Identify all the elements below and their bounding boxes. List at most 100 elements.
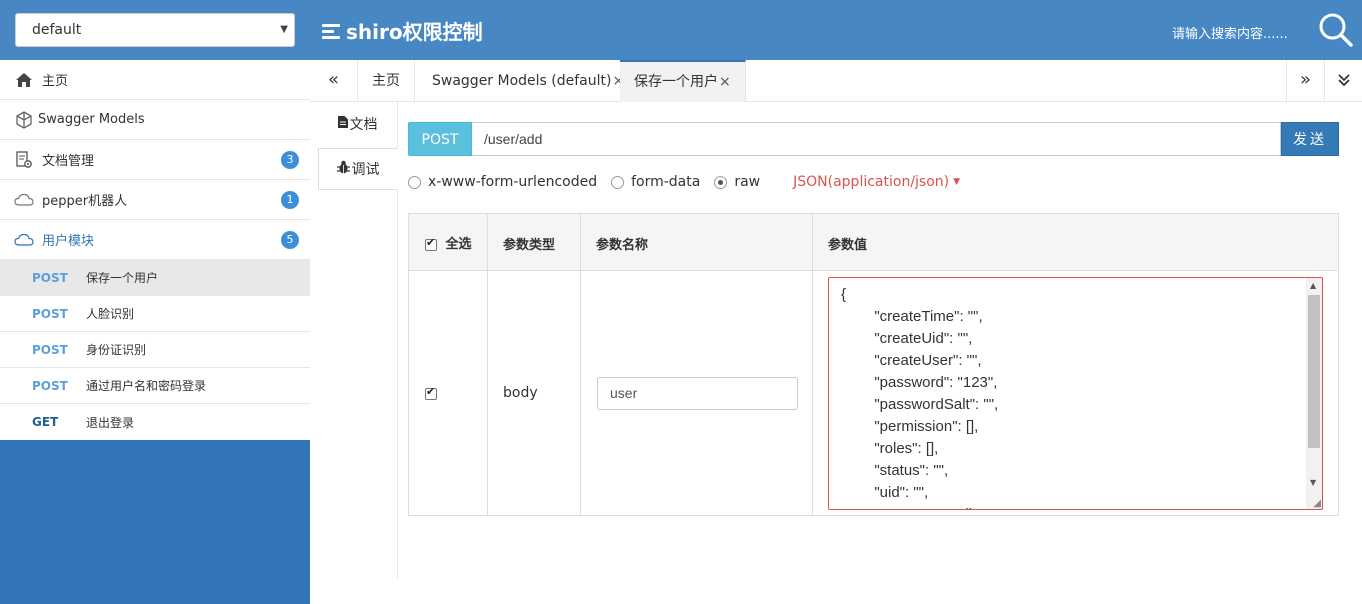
param-name-input[interactable]: user <box>597 377 798 410</box>
brand: shiro权限控制 <box>322 16 483 45</box>
api-item-login[interactable]: POST 通过用户名和密码登录 <box>0 368 310 404</box>
api-item-save-user[interactable]: POST 保存一个用户 <box>0 260 310 296</box>
header-cell-value: 参数值 <box>813 214 1338 270</box>
count-badge: 5 <box>281 231 299 249</box>
api-label: 保存一个用户 <box>86 271 159 285</box>
sidebar-item-label: 用户模块 <box>42 234 95 249</box>
double-chevron-right-icon[interactable]: » <box>1286 60 1324 102</box>
scrollbar[interactable]: ▲ ▼ <box>1306 278 1322 509</box>
api-label: 身份证识别 <box>86 343 147 357</box>
sidebar-item-home[interactable]: 主页 <box>0 60 310 100</box>
param-value-textarea[interactable]: { "createTime": "", "createUid": "", "cr… <box>828 277 1323 510</box>
select-all-checkbox[interactable] <box>425 236 437 251</box>
chevron-down-icon: ▼ <box>280 24 288 35</box>
params-table: 全选 参数类型 参数名称 参数值 body user { "createTime… <box>408 213 1339 516</box>
bug-icon <box>336 160 350 178</box>
sidebar-item-label: 主页 <box>42 74 69 89</box>
sidebar-item-label: Swagger Models <box>38 112 145 127</box>
sidebar-item-user-module[interactable]: 用户模块 5 <box>0 220 310 260</box>
sidebar-item-swagger-models[interactable]: Swagger Models <box>0 100 310 140</box>
header-label: 参数类型 <box>503 238 556 253</box>
scroll-thumb[interactable] <box>1308 295 1320 448</box>
api-label: 人脸识别 <box>86 307 135 321</box>
cloud-icon <box>14 230 34 250</box>
cube-icon <box>14 110 34 130</box>
radio-circle[interactable] <box>611 175 625 189</box>
caret-down-icon: ▼ <box>953 177 961 187</box>
double-chevron-left-icon[interactable]: « <box>310 60 358 102</box>
sidebar-item-label: 文档管理 <box>42 154 95 169</box>
header-cell-type: 参数类型 <box>488 214 581 270</box>
header-label: 参数值 <box>828 238 868 253</box>
menu-toggle-icon[interactable] <box>322 23 340 39</box>
sidebar-menu: 主页 Swagger Models 文档管理 3 pepper机器人 1 用户模… <box>0 60 310 440</box>
api-label: 通过用户名和密码登录 <box>86 379 207 393</box>
vtab-debug[interactable]: 调试 <box>318 148 398 190</box>
header-cell-select-all: 全选 <box>409 214 488 270</box>
api-label: 退出登录 <box>86 415 135 430</box>
param-type: body <box>503 385 538 401</box>
doc-settings-icon <box>14 150 34 170</box>
radio-raw[interactable]: raw <box>714 174 760 190</box>
search-input[interactable]: 请输入搜索内容...... <box>1172 23 1288 42</box>
method-label: GET <box>32 415 59 429</box>
api-item-logout[interactable]: GET 退出登录 <box>0 404 310 440</box>
params-table-header: 全选 参数类型 参数名称 参数值 <box>409 214 1338 271</box>
tab-home[interactable]: 主页 <box>358 60 415 102</box>
search-icon[interactable] <box>1318 12 1354 48</box>
raw-type-dropdown[interactable]: JSON(application/json) ▼ <box>793 174 960 190</box>
scroll-up-icon[interactable]: ▲ <box>1310 281 1316 290</box>
sidebar: 主页 Swagger Models 文档管理 3 pepper机器人 1 用户模… <box>0 60 310 604</box>
vtab-label: 调试 <box>351 162 380 178</box>
close-icon[interactable]: × <box>719 74 731 90</box>
method-label: POST <box>32 306 68 321</box>
file-icon <box>337 116 348 132</box>
radio-label: raw <box>734 174 761 190</box>
double-chevron-down-icon[interactable] <box>1324 60 1362 102</box>
tab-label: 保存一个用户 <box>634 74 718 90</box>
header-label: 参数名称 <box>596 238 649 253</box>
header-label: 全选 <box>445 237 472 252</box>
resize-handle-icon[interactable]: ◢ <box>1313 498 1321 509</box>
scroll-down-icon[interactable]: ▼ <box>1310 478 1316 487</box>
doc-debug-tabs: 文档 调试 <box>318 102 398 578</box>
sidebar-item-pepper[interactable]: pepper机器人 1 <box>0 180 310 220</box>
tab-swagger-models[interactable]: Swagger Models (default)× <box>418 60 640 102</box>
method-label: POST <box>32 342 68 357</box>
group-select-value: default <box>32 22 82 38</box>
header-cell-name: 参数名称 <box>581 214 813 270</box>
radio-form-data[interactable]: form-data <box>611 174 700 190</box>
method-button[interactable]: POST <box>408 122 472 156</box>
method-label: POST <box>32 270 68 285</box>
url-input[interactable] <box>472 122 1281 156</box>
api-item-face-recognition[interactable]: POST 人脸识别 <box>0 296 310 332</box>
request-url-row: POST 发送 <box>408 122 1339 156</box>
json-body-text: { "createTime": "", "createUid": "", "cr… <box>841 286 1019 509</box>
sidebar-item-label: pepper机器人 <box>42 194 128 209</box>
tab-bar: « 主页 Swagger Models (default)× 保存一个用户× » <box>310 60 1362 102</box>
radio-circle[interactable] <box>408 175 421 189</box>
radio-label: x-www-form-urlencoded <box>428 174 598 190</box>
send-button[interactable]: 发送 <box>1281 122 1339 156</box>
vtab-label: 文档 <box>349 117 378 133</box>
radio-urlencoded[interactable]: x-www-form-urlencoded <box>408 174 597 190</box>
row-cell-type: body <box>488 271 581 515</box>
radio-circle-selected[interactable] <box>714 175 728 189</box>
vtab-doc[interactable]: 文档 <box>318 102 397 146</box>
row-cell-checkbox <box>409 271 488 515</box>
content-type-radios: x-www-form-urlencoded form-data raw JSON… <box>408 172 960 192</box>
method-label: POST <box>32 378 68 393</box>
raw-type-label: JSON(application/json) <box>793 174 950 190</box>
api-item-id-card[interactable]: POST 身份证识别 <box>0 332 310 368</box>
tab-label: Swagger Models (default) <box>432 73 612 89</box>
count-badge: 1 <box>281 191 299 209</box>
group-select[interactable]: default ▼ <box>15 13 295 47</box>
sidebar-item-doc-manage[interactable]: 文档管理 3 <box>0 140 310 180</box>
home-icon <box>14 70 34 90</box>
top-header: default ▼ shiro权限控制 请输入搜索内容...... <box>0 0 1362 60</box>
radio-label: form-data <box>631 174 701 190</box>
tab-label: 主页 <box>372 73 400 89</box>
row-checkbox[interactable] <box>425 385 437 400</box>
tab-save-user[interactable]: 保存一个用户× <box>620 60 746 102</box>
cloud-icon <box>14 190 34 210</box>
